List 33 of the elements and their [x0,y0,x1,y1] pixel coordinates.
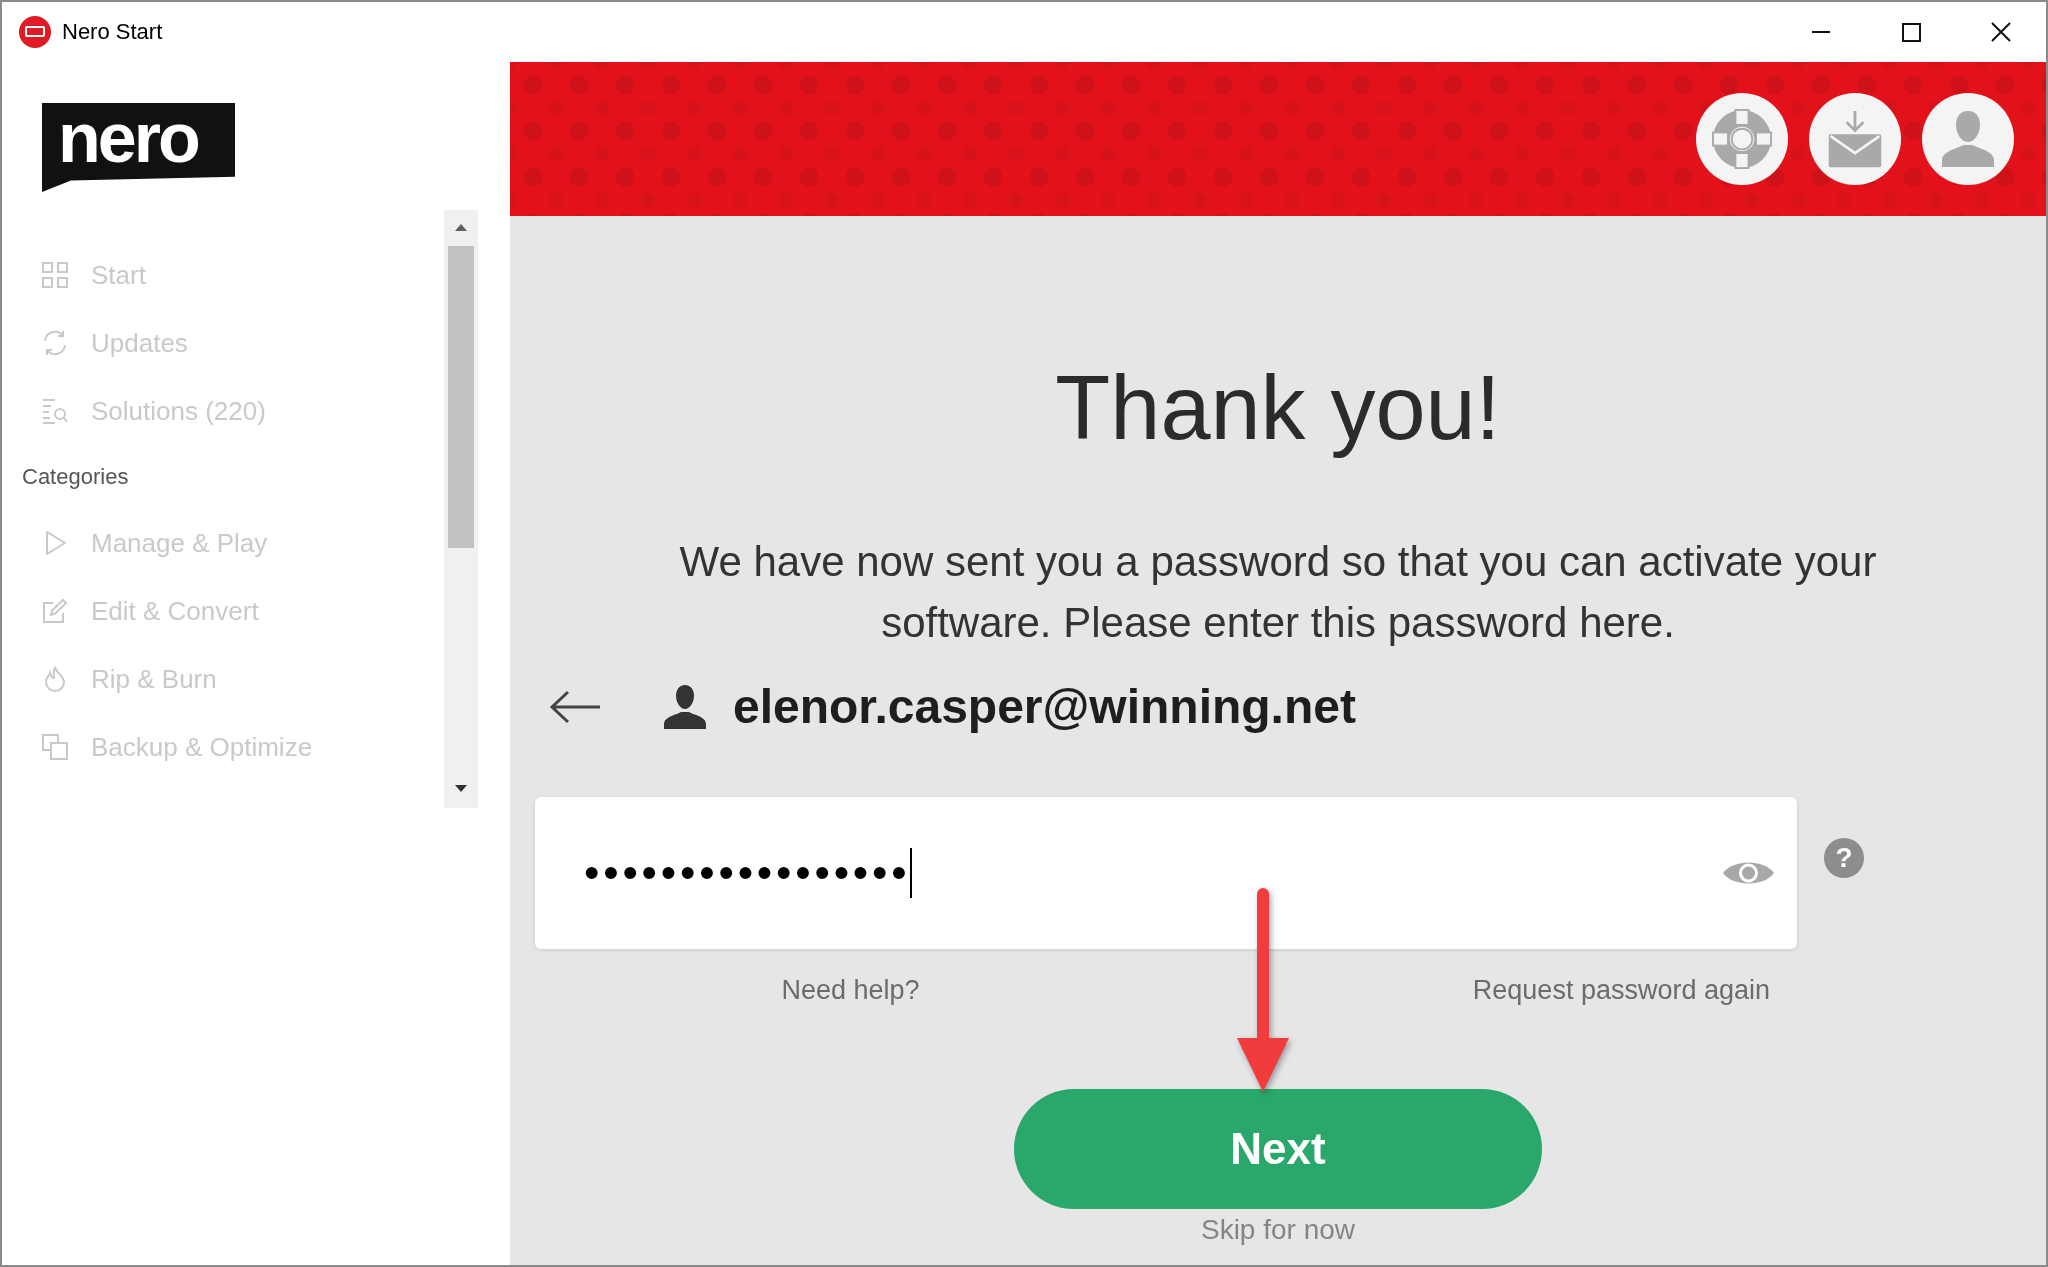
instruction-text: We have now sent you a password so that you can activate your software. Please enter this password here. [678,537,1878,648]
mail-button[interactable] [1809,93,1901,185]
window-title: Nero Start [62,19,163,45]
password-field[interactable]: ••••••••••••••••• [535,797,1797,949]
back-button[interactable] [549,690,601,724]
maximize-icon [1901,22,1921,42]
back-arrow-icon [549,690,601,724]
support-button[interactable] [1696,93,1788,185]
scrollbar[interactable] [444,210,478,808]
page-heading: Thank you! [1055,359,1501,458]
resend-password-link[interactable]: Request password again [1472,973,1770,1007]
account-email: elenor.casper@winning.net [733,679,1356,735]
next-button[interactable]: Next [1014,1089,1542,1209]
help-link[interactable]: Need help? [781,973,920,1007]
caret-down-icon[interactable] [455,785,467,792]
skip-link[interactable]: Skip for now [1200,1213,1356,1247]
list-search-icon [42,398,68,424]
nero-logo: nero [42,103,235,192]
section-heading: Categories [22,464,129,490]
user-icon [663,684,707,730]
lifebuoy-icon [1712,109,1772,169]
minimize-icon [1812,31,1830,33]
refresh-icon [42,330,68,356]
scrollbar-thumb[interactable] [448,246,474,548]
account-button[interactable] [1922,93,2014,185]
help-button[interactable]: ? [1824,838,1864,878]
app-icon [18,15,52,49]
copy-icon [42,734,68,760]
caret-up-icon[interactable] [455,224,467,231]
close-icon [1991,22,2011,42]
edit-icon [42,598,68,624]
grid-icon [42,262,68,288]
flame-icon [42,666,68,692]
